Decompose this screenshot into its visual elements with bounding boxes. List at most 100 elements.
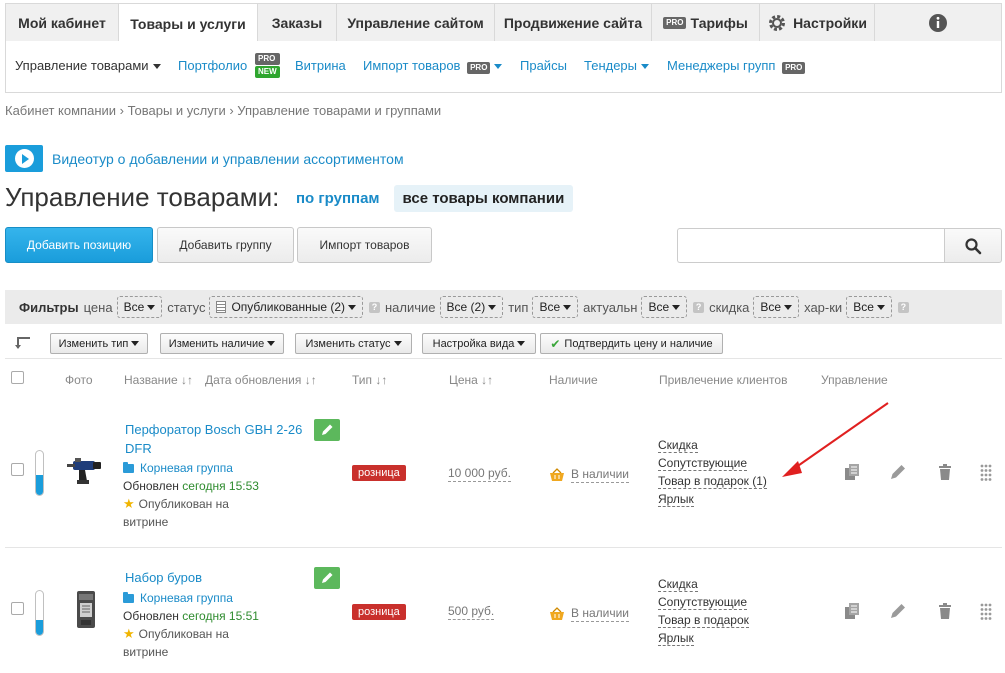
- availability-label: В наличии: [571, 606, 630, 622]
- help-icon[interactable]: ?: [369, 301, 380, 313]
- actual-filter-dropdown[interactable]: Все: [641, 296, 688, 318]
- filter-label: тип: [508, 299, 529, 315]
- add-position-button[interactable]: Добавить позицию: [5, 227, 153, 263]
- promo-discount-link[interactable]: Скидка: [658, 436, 767, 454]
- promo-label: Ярлык: [658, 631, 694, 646]
- tab-my-cabinet[interactable]: Мой кабинет: [6, 4, 119, 42]
- subnav-portfolio[interactable]: Портфолио: [178, 58, 247, 73]
- tab-orders[interactable]: Заказы: [258, 4, 337, 42]
- promo-discount-link[interactable]: Скидка: [658, 575, 749, 593]
- promo-label-link[interactable]: Ярлык: [658, 490, 767, 508]
- promo-related-link[interactable]: Сопутствующие: [658, 593, 749, 611]
- column-updated[interactable]: Дата обновления ↓↑: [205, 373, 317, 387]
- price-filter-dropdown[interactable]: Все: [116, 296, 163, 318]
- promo-related-link[interactable]: Сопутствующие: [658, 454, 767, 472]
- tab-settings[interactable]: Настройки: [760, 4, 875, 42]
- availability-filter-dropdown[interactable]: Все (2): [439, 296, 504, 318]
- button-label: Изменить статус: [305, 337, 391, 350]
- import-products-button[interactable]: Импорт товаров: [297, 227, 432, 263]
- help-icon[interactable]: ?: [897, 301, 909, 313]
- tab-products[interactable]: Товары и услуги: [119, 4, 258, 43]
- add-group-button[interactable]: Добавить группу: [157, 227, 294, 263]
- product-updated: Обновлен сегодня 15:51: [123, 609, 259, 623]
- copy-icon[interactable]: [843, 602, 861, 620]
- column-type[interactable]: Тип ↓↑: [352, 373, 387, 387]
- promo-label: Сопутствующие: [658, 456, 748, 471]
- promo-label-link[interactable]: Ярлык: [658, 629, 749, 647]
- characteristics-filter-dropdown[interactable]: Все: [846, 296, 892, 318]
- updated-prefix: Обновлен: [123, 479, 179, 493]
- subnav-pricelists[interactable]: Прайсы: [520, 58, 567, 73]
- subnav-showcase[interactable]: Витрина: [295, 58, 346, 73]
- breadcrumb[interactable]: Кабинет компании › Товары и услуги › Упр…: [5, 103, 441, 118]
- change-type-button[interactable]: Изменить тип: [50, 333, 148, 354]
- product-availability[interactable]: В наличии: [549, 467, 630, 483]
- promo-gift-link[interactable]: Товар в подарок: [658, 611, 749, 629]
- subnav-manage-products[interactable]: Управление товарами: [15, 58, 161, 73]
- dropdown-value: Все: [648, 300, 670, 314]
- filter-label: скидка: [709, 299, 750, 315]
- group-label: Корневая группа: [140, 591, 233, 605]
- folder-icon: [123, 591, 134, 603]
- filter-label: актуальн: [583, 299, 638, 315]
- change-status-button[interactable]: Изменить статус: [295, 333, 412, 354]
- tab-label: Продвижение сайта: [503, 15, 643, 31]
- view-all-products-link[interactable]: все товары компании: [393, 185, 574, 212]
- drag-handle-icon[interactable]: [977, 463, 995, 481]
- tab-info[interactable]: [875, 4, 1001, 42]
- product-name-link[interactable]: Перфоратор Bosch GBH 2-26 DFR: [125, 420, 310, 458]
- status-filter-dropdown[interactable]: Опубликованные (2): [209, 296, 363, 318]
- filters-bar: Фильтры цена Все статус Опубликованные (…: [5, 290, 1002, 324]
- tab-tariffs[interactable]: PRO Тарифы: [652, 4, 760, 42]
- product-name-link[interactable]: Набор буров: [125, 568, 310, 587]
- subnav-group-managers[interactable]: Менеджеры групп PRO: [667, 58, 806, 74]
- view-by-groups-link[interactable]: по группам: [287, 185, 389, 212]
- product-name-line: Перфоратор Bosch GBH 2-26: [125, 422, 303, 437]
- trash-icon[interactable]: [936, 602, 954, 620]
- promo-gift-link[interactable]: Товар в подарок (1): [658, 472, 767, 490]
- video-tour-link[interactable]: Видеотур о добавлении и управлении ассор…: [5, 145, 404, 172]
- tab-site-management[interactable]: Управление сайтом: [337, 4, 495, 42]
- select-all-checkbox[interactable]: [11, 371, 24, 384]
- pencil-icon: [320, 423, 334, 437]
- type-filter-dropdown[interactable]: Все: [532, 296, 579, 318]
- row-checkbox[interactable]: [11, 602, 24, 615]
- product-thumbnail-drill-set[interactable]: [65, 588, 107, 630]
- video-tour-label: Видеотур о добавлении и управлении ассор…: [52, 150, 404, 167]
- change-availability-button[interactable]: Изменить наличие: [160, 333, 284, 354]
- product-price[interactable]: 500 руб.: [448, 604, 495, 620]
- tab-site-promotion[interactable]: Продвижение сайта: [495, 4, 652, 42]
- product-thumbnail-drill[interactable]: [65, 447, 107, 489]
- trash-icon[interactable]: [936, 463, 954, 481]
- product-group-link[interactable]: Корневая группа: [123, 461, 233, 475]
- search-input[interactable]: [677, 228, 945, 263]
- column-price[interactable]: Цена ↓↑: [449, 373, 493, 387]
- edit-product-button[interactable]: [314, 419, 340, 441]
- subnav-label: Управление товарами: [15, 58, 149, 73]
- discount-filter-dropdown[interactable]: Все: [753, 296, 800, 318]
- subnav-label: Импорт товаров: [363, 58, 461, 73]
- subnav-label: Менеджеры групп: [667, 58, 776, 73]
- column-name[interactable]: Название ↓↑: [124, 373, 193, 387]
- subnav-tenders[interactable]: Тендеры: [584, 58, 650, 73]
- search-button[interactable]: [944, 228, 1002, 263]
- updated-value: сегодня 15:53: [182, 479, 259, 493]
- dropdown-value: Все: [539, 300, 561, 314]
- dropdown-value: Все: [760, 300, 782, 314]
- caret-down-icon: [147, 304, 156, 310]
- edit-product-button[interactable]: [314, 567, 340, 589]
- pencil-icon[interactable]: [889, 602, 907, 620]
- drag-handle-icon[interactable]: [977, 602, 995, 620]
- row-checkbox[interactable]: [11, 463, 24, 476]
- help-icon[interactable]: ?: [693, 301, 705, 313]
- tab-label: Заказы: [271, 15, 323, 31]
- confirm-price-button[interactable]: ✔ Подтвердить цену и наличие: [540, 333, 723, 354]
- product-availability[interactable]: В наличии: [549, 606, 630, 622]
- subnav-import[interactable]: Импорт товаров PRO: [363, 58, 503, 74]
- promo-label: Сопутствующие: [658, 595, 748, 610]
- product-price[interactable]: 10 000 руб.: [448, 466, 511, 482]
- caret-down-icon: [131, 341, 140, 346]
- view-settings-button[interactable]: Настройка вида: [422, 333, 536, 354]
- product-group-link[interactable]: Корневая группа: [123, 591, 233, 605]
- updated-prefix: Обновлен: [123, 609, 179, 623]
